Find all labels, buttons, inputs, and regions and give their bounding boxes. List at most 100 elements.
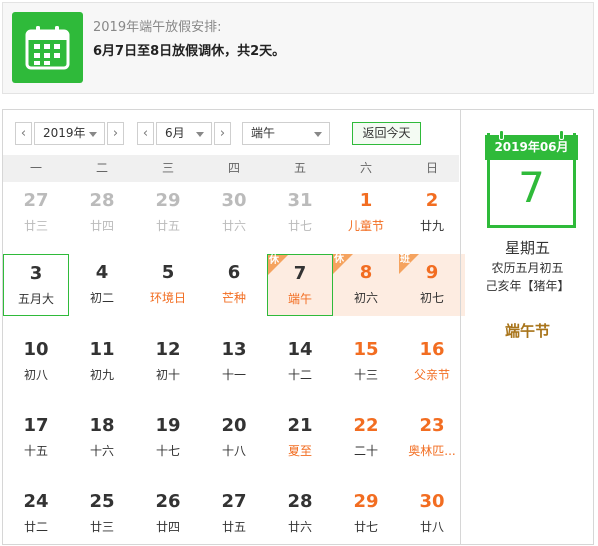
next-year-button[interactable]: ›	[107, 122, 124, 145]
day-number: 18	[89, 415, 115, 436]
day-number: 24	[23, 491, 49, 512]
day-cell[interactable]: 31 廿七	[267, 182, 333, 244]
day-pad-month: 2019年06月	[494, 140, 569, 154]
day-cell[interactable]: 29 廿七	[333, 483, 399, 545]
day-cell[interactable]: 休 8 初六	[333, 254, 399, 316]
day-number: 9	[425, 262, 439, 283]
day-lunar-label: 廿八	[419, 520, 444, 534]
day-lunar-label: 父亲节	[413, 368, 450, 382]
weekday-label: 三	[161, 161, 174, 175]
weekday-label: 日	[425, 161, 438, 175]
weekday-header: 一二三四五六日	[3, 155, 459, 182]
day-number: 16	[419, 339, 445, 360]
day-cell[interactable]: 29 廿五	[135, 182, 201, 244]
day-number: 20	[221, 415, 247, 436]
back-to-today-button[interactable]: 返回今天	[352, 122, 421, 145]
day-number: 10	[23, 339, 49, 360]
day-cell[interactable]: 30 廿八	[399, 483, 465, 545]
day-lunar-label: 初二	[89, 291, 114, 305]
day-cell[interactable]: 1 儿童节	[333, 182, 399, 244]
day-cell[interactable]: 18 十六	[69, 407, 135, 469]
day-cell[interactable]: 27 廿五	[201, 483, 267, 545]
day-lunar-label: 廿五	[221, 520, 246, 534]
calendar-panel: ‹ 2019年 › ‹ 6月 › 端午 返回今天 一二三四五六日 27 廿三 28 廿…	[2, 109, 594, 545]
day-cell[interactable]: 24 廿二	[3, 483, 69, 545]
day-number: 13	[221, 339, 247, 360]
weekday-label: 四	[227, 161, 240, 175]
day-lunar-label: 初七	[419, 291, 444, 305]
day-pad-number: 7	[518, 163, 545, 212]
day-number: 27	[221, 491, 247, 512]
day-lunar-label: 五月大	[17, 292, 54, 306]
day-lunar-label: 廿七	[353, 520, 378, 534]
day-cell[interactable]: 21 夏至	[267, 407, 333, 469]
day-cell[interactable]: 17 十五	[3, 407, 69, 469]
day-cell[interactable]: 12 初十	[135, 331, 201, 393]
detail-lunar-date: 农历五月初五	[491, 261, 564, 275]
holiday-select[interactable]: 端午	[242, 122, 330, 145]
month-select[interactable]: 6月	[156, 122, 212, 145]
day-cell[interactable]: 25 廿三	[69, 483, 135, 545]
day-detail-panel: 2019年06月 7 星期五 农历五月初五 己亥年【猪年】 端午节	[460, 110, 593, 544]
day-cell[interactable]: 20 十八	[201, 407, 267, 469]
day-cell[interactable]: 休 7 端午	[267, 254, 333, 316]
day-cell[interactable]: 30 廿六	[201, 182, 267, 244]
day-lunar-label: 环境日	[149, 291, 186, 305]
day-number: 28	[89, 190, 115, 211]
next-month-button[interactable]: ›	[214, 122, 231, 145]
day-lunar-label: 廿四	[155, 520, 180, 534]
day-cell[interactable]: 28 廿六	[267, 483, 333, 545]
day-lunar-label: 廿三	[89, 520, 114, 534]
day-cell[interactable]: 15 十三	[333, 331, 399, 393]
day-number: 5	[161, 262, 175, 283]
day-cell[interactable]: 27 廿三	[3, 182, 69, 244]
day-number: 31	[287, 190, 313, 211]
day-number: 19	[155, 415, 181, 436]
day-number: 29	[353, 491, 379, 512]
day-cell[interactable]: 11 初九	[69, 331, 135, 393]
calendar-toolbar: ‹ 2019年 › ‹ 6月 › 端午 返回今天	[3, 110, 459, 155]
day-number: 2	[425, 190, 439, 211]
prev-year-button[interactable]: ‹	[15, 122, 32, 145]
day-cell[interactable]: 14 十二	[267, 331, 333, 393]
day-number: 1	[359, 190, 373, 211]
day-cell[interactable]: 13 十一	[201, 331, 267, 393]
day-lunar-label: 十六	[89, 444, 114, 458]
day-lunar-label: 十八	[221, 444, 246, 458]
day-number: 15	[353, 339, 379, 360]
day-lunar-label: 廿六	[221, 219, 246, 233]
day-cell[interactable]: 22 二十	[333, 407, 399, 469]
day-cell[interactable]: 2 廿九	[399, 182, 465, 244]
detail-ganzhi-year: 己亥年【猪年】	[485, 279, 570, 293]
day-cell[interactable]: 5 环境日	[135, 254, 201, 316]
day-cell[interactable]: 19 十七	[135, 407, 201, 469]
day-number: 30	[419, 491, 445, 512]
day-number: 26	[155, 491, 181, 512]
weekday-label: 五	[293, 161, 306, 175]
day-cell[interactable]: 班 9 初七	[399, 254, 465, 316]
day-cell[interactable]: 3 五月大	[3, 254, 69, 316]
notice-body: 6月7日至8日放假调休，共2天。	[93, 44, 286, 59]
day-lunar-label: 十二	[287, 368, 312, 382]
day-cell[interactable]: 6 芒种	[201, 254, 267, 316]
day-lunar-label: 初十	[155, 368, 180, 382]
weekday-label: 六	[359, 161, 372, 175]
day-cell[interactable]: 28 廿四	[69, 182, 135, 244]
day-number: 25	[89, 491, 115, 512]
day-cell[interactable]: 16 父亲节	[399, 331, 465, 393]
day-number: 4	[95, 262, 109, 283]
day-cell[interactable]: 10 初八	[3, 331, 69, 393]
day-number: 8	[359, 262, 373, 283]
day-number: 6	[227, 262, 241, 283]
day-number: 22	[353, 415, 379, 436]
holiday-select-label: 端午	[251, 126, 276, 140]
day-cell[interactable]: 4 初二	[69, 254, 135, 316]
day-number: 27	[23, 190, 49, 211]
day-lunar-label: 初六	[353, 291, 378, 305]
year-select[interactable]: 2019年	[34, 122, 105, 145]
day-cell[interactable]: 23 奥林匹...	[399, 407, 465, 469]
day-lunar-label: 廿五	[155, 219, 180, 233]
day-lunar-label: 廿四	[89, 219, 114, 233]
day-cell[interactable]: 26 廿四	[135, 483, 201, 545]
prev-month-button[interactable]: ‹	[137, 122, 154, 145]
